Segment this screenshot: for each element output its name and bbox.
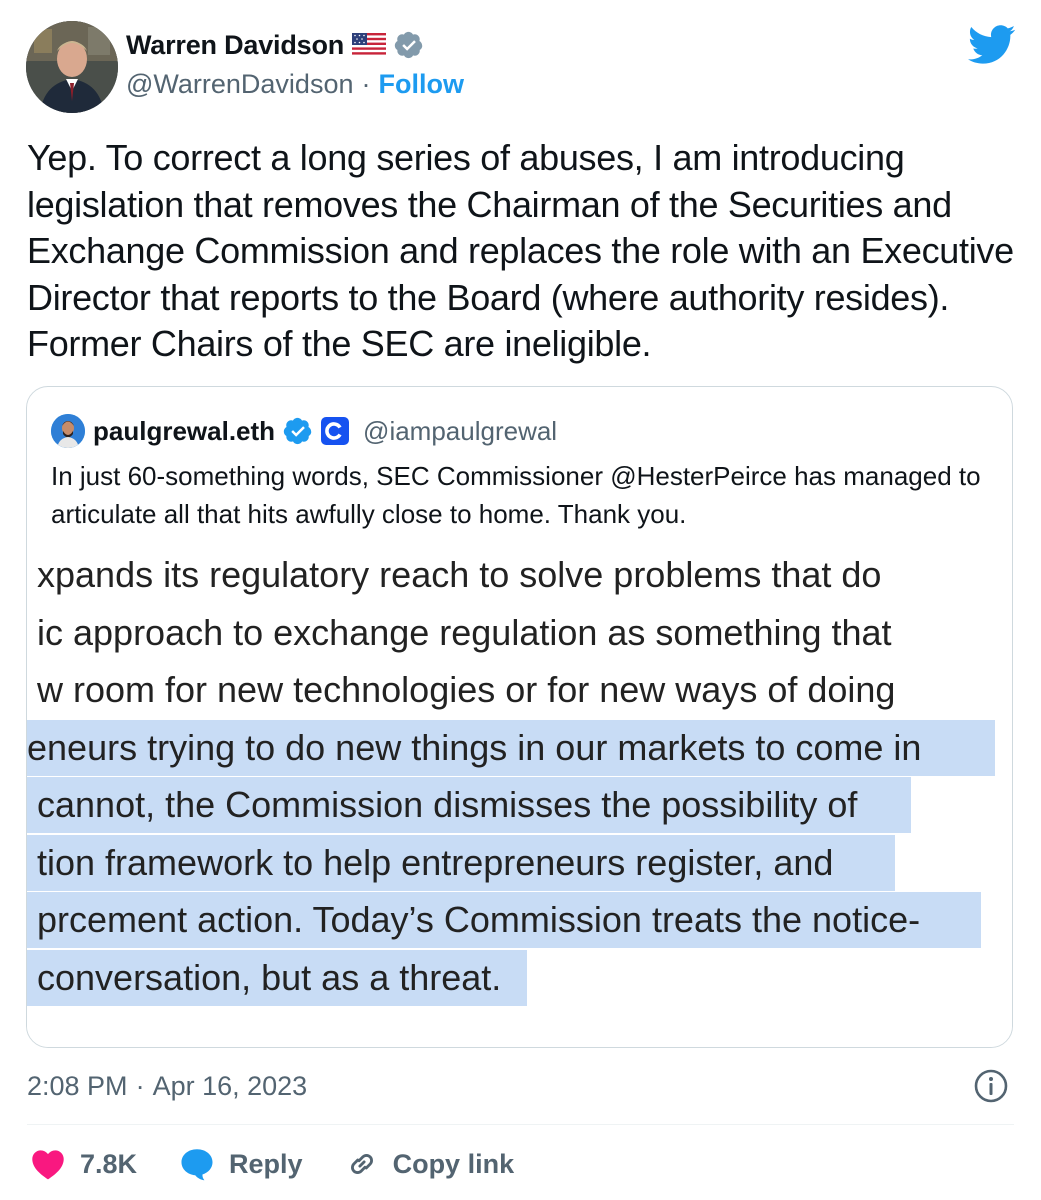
- reply-bubble-icon: [181, 1149, 213, 1181]
- info-icon[interactable]: [973, 1068, 1009, 1104]
- heart-icon: [32, 1150, 64, 1180]
- quoted-author-handle[interactable]: @iampaulgrewal: [363, 416, 557, 447]
- like-button[interactable]: 7.8K: [30, 1148, 137, 1180]
- quoted-tweet-text: In just 60-something words, SEC Commissi…: [51, 461, 981, 529]
- author-handle[interactable]: @WarrenDavidson: [126, 69, 353, 100]
- tweet-timestamp[interactable]: 2:08 PM · Apr 16, 2023: [27, 1066, 307, 1106]
- timestamp-separator: ·: [135, 1070, 145, 1101]
- image-text-line: ic approach to exchange regulation as so…: [27, 611, 892, 653]
- image-text-line-highlighted: conversation, but as a threat.: [27, 949, 527, 1006]
- author-display-name[interactable]: Warren Davidson: [126, 30, 344, 61]
- quoted-tweet-header: paulgrewal.eth @iampaulgrewal: [51, 413, 557, 449]
- separator-dot: ·: [361, 68, 371, 99]
- image-text-line-highlighted: eneurs trying to do new things in our ma…: [27, 719, 995, 776]
- timestamp-time: 2:08 PM: [27, 1070, 128, 1101]
- copy-link-label: Copy link: [392, 1148, 515, 1179]
- verified-badge-icon: [283, 416, 313, 446]
- tweet-card: Warren Davidson @WarrenDavidson · Follow…: [0, 0, 1041, 1200]
- quoted-author-name[interactable]: paulgrewal.eth: [93, 416, 275, 447]
- follow-button[interactable]: Follow: [378, 69, 463, 100]
- image-text-line-highlighted: tion framework to help entrepreneurs reg…: [27, 834, 895, 891]
- image-text-line: w room for new technologies or for new w…: [27, 669, 896, 710]
- author-handle-row: @WarrenDavidson · Follow: [126, 66, 464, 102]
- image-text-line: xpands its regulatory reach to solve pro…: [27, 554, 882, 595]
- image-text-line-highlighted: prcement action. Today’s Commission trea…: [27, 892, 981, 948]
- us-flag-icon: [352, 33, 387, 57]
- copy-link-button[interactable]: Copy link: [345, 1147, 515, 1181]
- like-count: 7.8K: [80, 1148, 138, 1179]
- quoted-tweet-image[interactable]: xpands its regulatory reach to solve pro…: [27, 537, 1012, 1047]
- author-avatar[interactable]: [26, 21, 118, 113]
- divider: [27, 1124, 1014, 1125]
- twitter-bird-icon[interactable]: [967, 24, 1016, 66]
- image-text-line-highlighted: cannot, the Commission dismisses the pos…: [27, 777, 911, 833]
- reply-button[interactable]: Reply: [179, 1147, 303, 1181]
- quoted-tweet[interactable]: paulgrewal.eth @iampaulgrewal In just 60…: [26, 386, 1013, 1048]
- timestamp-date: Apr 16, 2023: [152, 1070, 308, 1101]
- tweet-text: Yep. To correct a long series of abuses,…: [27, 137, 1014, 364]
- link-icon: [350, 1154, 373, 1174]
- tweet-actions: 7.8K Reply Copy link: [30, 1144, 556, 1184]
- coinbase-affiliate-icon: [321, 417, 350, 445]
- reply-label: Reply: [229, 1148, 303, 1179]
- verified-badge-icon: [394, 30, 424, 60]
- quoted-author-avatar[interactable]: [51, 414, 85, 448]
- author-name-row: Warren Davidson: [126, 26, 424, 64]
